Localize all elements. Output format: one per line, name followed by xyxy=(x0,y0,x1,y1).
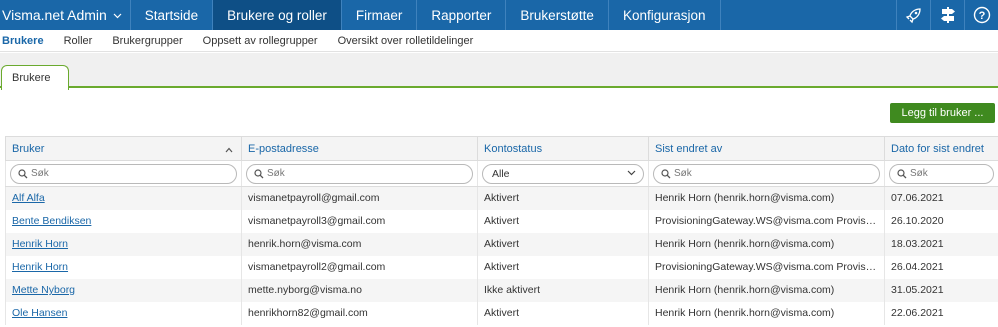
user-cell: Ole Hansen xyxy=(5,301,242,325)
table-row[interactable]: Ole Hansen henrikhorn82@gmail.com Aktive… xyxy=(5,301,998,325)
status-cell: Aktivert xyxy=(477,186,649,210)
tab-strip: Brukere xyxy=(0,53,998,90)
changed-by-search-input[interactable] xyxy=(674,166,873,181)
date-cell: 31.05.2021 xyxy=(884,278,998,302)
email-cell: vismanetpayroll3@gmail.com xyxy=(241,209,478,233)
changed-by-cell: Henrik Horn (henrik.horn@visma.com) xyxy=(648,301,885,325)
filter-cell-date xyxy=(884,160,998,187)
nav-firmaer[interactable]: Firmaer xyxy=(342,0,418,30)
user-link[interactable]: Ole Hansen xyxy=(12,307,67,319)
table-row[interactable]: Henrik Horn henrik.horn@visma.com Aktive… xyxy=(5,232,998,256)
subnav-brukere[interactable]: Brukere xyxy=(0,35,54,47)
status-filter-value: Alle xyxy=(492,167,510,180)
user-cell: Alf Alfa xyxy=(5,186,242,210)
search-icon xyxy=(897,168,907,178)
user-link[interactable]: Bente Bendiksen xyxy=(12,215,91,227)
user-cell: Henrik Horn xyxy=(5,255,242,279)
subnav-brukergrupper[interactable]: Brukergrupper xyxy=(102,35,192,47)
user-cell: Bente Bendiksen xyxy=(5,209,242,233)
sub-navigation: Brukere Roller Brukergrupper Oppsett av … xyxy=(0,30,998,52)
svg-text:?: ? xyxy=(978,10,985,22)
status-cell: Aktivert xyxy=(477,209,649,233)
sort-ascending-icon xyxy=(225,144,233,156)
nav-startside[interactable]: Startside xyxy=(131,0,214,30)
top-navigation-bar: Visma.net Admin Startside Brukere og rol… xyxy=(0,0,998,30)
status-filter-select[interactable]: Alle xyxy=(482,163,644,184)
email-cell: henrikhorn82@gmail.com xyxy=(241,301,478,325)
user-link[interactable]: Mette Nyborg xyxy=(12,284,75,296)
changed-by-cell: ProvisioningGateway.WS@visma.com Provisi… xyxy=(648,255,885,279)
nav-konfigurasjon[interactable]: Konfigurasjon xyxy=(609,0,721,30)
app-switcher[interactable]: Visma.net Admin xyxy=(0,0,131,30)
status-cell: Aktivert xyxy=(477,232,649,256)
date-search-field[interactable] xyxy=(889,163,994,184)
app-title: Visma.net Admin xyxy=(2,7,107,23)
date-search-input[interactable] xyxy=(910,166,987,181)
table-row[interactable]: Bente Bendiksen vismanetpayroll3@gmail.c… xyxy=(5,209,998,233)
changed-by-search-field[interactable] xyxy=(653,163,880,184)
filter-row: Alle xyxy=(5,160,998,187)
signpost-icon[interactable] xyxy=(930,0,964,30)
table-row[interactable]: Alf Alfa vismanetpayroll@gmail.com Aktiv… xyxy=(5,186,998,210)
status-cell: Ikke aktivert xyxy=(477,278,649,302)
changed-by-cell: ProvisioningGateway.WS@visma.com Provisi… xyxy=(648,209,885,233)
email-cell: vismanetpayroll@gmail.com xyxy=(241,186,478,210)
column-header-kontostatus[interactable]: Kontostatus xyxy=(477,136,649,161)
filter-cell-email xyxy=(241,160,478,187)
email-cell: henrik.horn@visma.com xyxy=(241,232,478,256)
add-user-button[interactable]: Legg til bruker ... xyxy=(890,103,995,123)
changed-by-cell: Henrik Horn (henrik.horn@visma.com) xyxy=(648,186,885,210)
user-cell: Mette Nyborg xyxy=(5,278,242,302)
help-icon[interactable]: ? xyxy=(964,0,998,30)
search-icon xyxy=(18,168,28,178)
filter-cell-status: Alle xyxy=(477,160,649,187)
email-cell: vismanetpayroll2@gmail.com xyxy=(241,255,478,279)
email-search-field[interactable] xyxy=(246,163,473,184)
table-row[interactable]: Henrik Horn vismanetpayroll2@gmail.com A… xyxy=(5,255,998,279)
user-link[interactable]: Henrik Horn xyxy=(12,238,68,250)
chevron-down-icon xyxy=(113,11,122,22)
changed-by-cell: Henrik Horn (henrik.horn@visma.com) xyxy=(648,278,885,302)
users-table: Bruker E-postadresse Kontostatus Sist en… xyxy=(5,136,998,325)
date-cell: 26.04.2021 xyxy=(884,255,998,279)
column-header-e-postadresse[interactable]: E-postadresse xyxy=(241,136,478,161)
subnav-oversikt-over-rolletildelinger[interactable]: Oversikt over rolletildelinger xyxy=(328,35,484,47)
subnav-oppsett-av-rollegrupper[interactable]: Oppsett av rollegrupper xyxy=(193,35,328,47)
column-header-sist-endret-av[interactable]: Sist endret av xyxy=(648,136,885,161)
subnav-roller[interactable]: Roller xyxy=(54,35,103,47)
status-cell: Aktivert xyxy=(477,255,649,279)
date-cell: 18.03.2021 xyxy=(884,232,998,256)
user-search-input[interactable] xyxy=(31,166,230,181)
date-cell: 07.06.2021 xyxy=(884,186,998,210)
user-link[interactable]: Henrik Horn xyxy=(12,261,68,273)
email-cell: mette.nyborg@visma.no xyxy=(241,278,478,302)
chevron-down-icon xyxy=(627,170,636,175)
changed-by-cell: Henrik Horn (henrik.horn@visma.com) xyxy=(648,232,885,256)
column-header-bruker[interactable]: Bruker xyxy=(5,136,242,161)
date-cell: 22.06.2021 xyxy=(884,301,998,325)
user-search-field[interactable] xyxy=(10,163,237,184)
date-cell: 26.10.2020 xyxy=(884,209,998,233)
status-cell: Aktivert xyxy=(477,301,649,325)
tab-brukere[interactable]: Brukere xyxy=(1,65,69,90)
nav-brukere-og-roller[interactable]: Brukere og roller xyxy=(213,0,342,30)
search-icon xyxy=(254,168,264,178)
table-row[interactable]: Mette Nyborg mette.nyborg@visma.no Ikke … xyxy=(5,278,998,302)
table-header-row: Bruker E-postadresse Kontostatus Sist en… xyxy=(5,136,998,161)
user-cell: Henrik Horn xyxy=(5,232,242,256)
email-search-input[interactable] xyxy=(267,166,466,181)
nav-rapporter[interactable]: Rapporter xyxy=(417,0,507,30)
column-header-dato-for-sist-endret[interactable]: Dato for sist endret xyxy=(884,136,998,161)
rocket-icon[interactable] xyxy=(896,0,930,30)
filter-cell-changed-by xyxy=(648,160,885,187)
search-icon xyxy=(661,168,671,178)
filter-cell-bruker xyxy=(5,160,242,187)
nav-brukerstotte[interactable]: Brukerstøtte xyxy=(506,0,609,30)
user-link[interactable]: Alf Alfa xyxy=(12,192,45,204)
